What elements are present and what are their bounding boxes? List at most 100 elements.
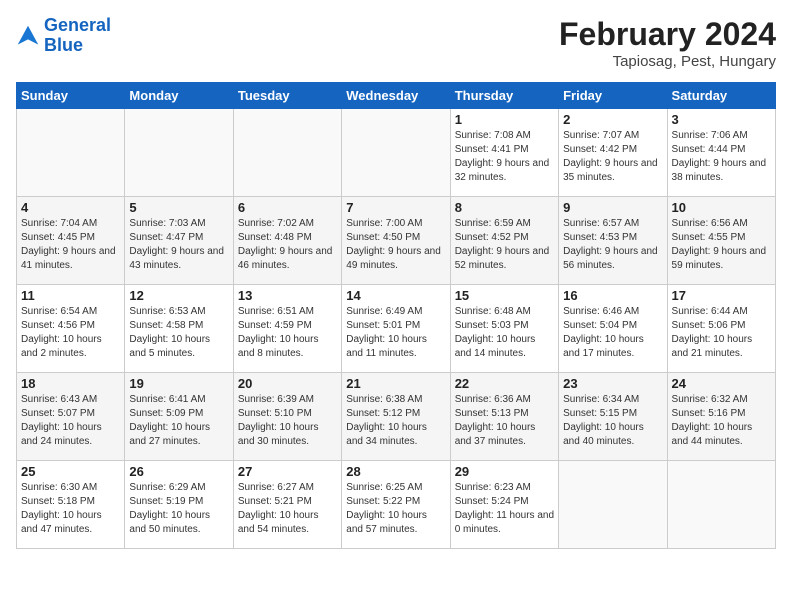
day-cell xyxy=(667,461,775,549)
day-cell xyxy=(17,109,125,197)
week-row-2: 4 Sunrise: 7:04 AM Sunset: 4:45 PM Daylig… xyxy=(17,197,776,285)
day-info: Sunrise: 6:25 AM Sunset: 5:22 PM Dayligh… xyxy=(346,481,445,537)
day-cell: 29 Sunrise: 6:23 AM Sunset: 5:24 PM Dayli… xyxy=(450,461,558,549)
col-header-saturday: Saturday xyxy=(667,83,775,109)
col-header-friday: Friday xyxy=(559,83,667,109)
col-header-tuesday: Tuesday xyxy=(233,83,341,109)
logo-line2: Blue xyxy=(44,35,83,55)
month-title: February 2024 xyxy=(559,16,776,53)
day-cell: 6 Sunrise: 7:02 AM Sunset: 4:48 PM Daylig… xyxy=(233,197,341,285)
logo-icon xyxy=(16,24,40,48)
day-cell: 27 Sunrise: 6:27 AM Sunset: 5:21 PM Dayli… xyxy=(233,461,341,549)
day-cell: 28Sunrise: 6:25 AM Sunset: 5:22 PM Dayli… xyxy=(342,461,450,549)
day-cell: 25 Sunrise: 6:30 AM Sunset: 5:18 PM Dayli… xyxy=(17,461,125,549)
header-row: SundayMondayTuesdayWednesdayThursdayFrid… xyxy=(17,83,776,109)
day-info: Sunrise: 6:44 AM Sunset: 5:06 PM Dayligh… xyxy=(672,305,771,361)
day-number: 6 xyxy=(238,200,337,215)
day-info: Sunrise: 6:39 AM Sunset: 5:10 PM Dayligh… xyxy=(238,393,337,449)
day-info: Sunrise: 6:54 AM Sunset: 4:56 PM Dayligh… xyxy=(21,305,120,361)
logo-text: General Blue xyxy=(44,16,111,56)
day-cell: 22Sunrise: 6:36 AM Sunset: 5:13 PM Dayli… xyxy=(450,373,558,461)
day-cell: 20Sunrise: 6:39 AM Sunset: 5:10 PM Dayli… xyxy=(233,373,341,461)
day-cell: 21 Sunrise: 6:38 AM Sunset: 5:12 PM Dayli… xyxy=(342,373,450,461)
day-info: Sunrise: 6:27 AM Sunset: 5:21 PM Dayligh… xyxy=(238,481,337,537)
logo-line1: General xyxy=(44,15,111,35)
day-info: Sunrise: 6:56 AM Sunset: 4:55 PM Dayligh… xyxy=(672,217,771,273)
day-info: Sunrise: 6:46 AM Sunset: 5:04 PM Dayligh… xyxy=(563,305,662,361)
day-number: 21 xyxy=(346,376,445,391)
col-header-thursday: Thursday xyxy=(450,83,558,109)
day-number: 11 xyxy=(21,288,120,303)
day-cell: 7Sunrise: 7:00 AM Sunset: 4:50 PM Daylig… xyxy=(342,197,450,285)
col-header-wednesday: Wednesday xyxy=(342,83,450,109)
day-number: 17 xyxy=(672,288,771,303)
calendar-table: SundayMondayTuesdayWednesdayThursdayFrid… xyxy=(16,82,776,549)
day-number: 9 xyxy=(563,200,662,215)
day-number: 4 xyxy=(21,200,120,215)
day-cell xyxy=(125,109,233,197)
day-number: 16 xyxy=(563,288,662,303)
day-cell: 9 Sunrise: 6:57 AM Sunset: 4:53 PM Daylig… xyxy=(559,197,667,285)
location: Tapiosag, Pest, Hungary xyxy=(559,53,776,70)
day-number: 2 xyxy=(563,112,662,127)
day-number: 26 xyxy=(129,464,228,479)
day-info: Sunrise: 6:38 AM Sunset: 5:12 PM Dayligh… xyxy=(346,393,445,449)
day-cell: 18Sunrise: 6:43 AM Sunset: 5:07 PM Dayli… xyxy=(17,373,125,461)
day-info: Sunrise: 6:53 AM Sunset: 4:58 PM Dayligh… xyxy=(129,305,228,361)
day-info: Sunrise: 6:23 AM Sunset: 5:24 PM Dayligh… xyxy=(455,481,554,537)
day-cell: 26 Sunrise: 6:29 AM Sunset: 5:19 PM Dayli… xyxy=(125,461,233,549)
day-info: Sunrise: 6:30 AM Sunset: 5:18 PM Dayligh… xyxy=(21,481,120,537)
day-info: Sunrise: 7:02 AM Sunset: 4:48 PM Dayligh… xyxy=(238,217,337,273)
day-number: 27 xyxy=(238,464,337,479)
day-cell: 17 Sunrise: 6:44 AM Sunset: 5:06 PM Dayli… xyxy=(667,285,775,373)
day-number: 15 xyxy=(455,288,554,303)
day-info: Sunrise: 6:48 AM Sunset: 5:03 PM Dayligh… xyxy=(455,305,554,361)
week-row-3: 11 Sunrise: 6:54 AM Sunset: 4:56 PM Dayli… xyxy=(17,285,776,373)
day-cell: 5Sunrise: 7:03 AM Sunset: 4:47 PM Daylig… xyxy=(125,197,233,285)
day-number: 18 xyxy=(21,376,120,391)
week-row-5: 25 Sunrise: 6:30 AM Sunset: 5:18 PM Dayli… xyxy=(17,461,776,549)
day-info: Sunrise: 6:29 AM Sunset: 5:19 PM Dayligh… xyxy=(129,481,228,537)
week-row-1: 1 Sunrise: 7:08 AM Sunset: 4:41 PM Daylig… xyxy=(17,109,776,197)
day-number: 22 xyxy=(455,376,554,391)
day-number: 23 xyxy=(563,376,662,391)
day-info: Sunrise: 6:57 AM Sunset: 4:53 PM Dayligh… xyxy=(563,217,662,273)
day-number: 25 xyxy=(21,464,120,479)
day-number: 29 xyxy=(455,464,554,479)
day-cell: 19 Sunrise: 6:41 AM Sunset: 5:09 PM Dayli… xyxy=(125,373,233,461)
day-number: 3 xyxy=(672,112,771,127)
week-row-4: 18Sunrise: 6:43 AM Sunset: 5:07 PM Dayli… xyxy=(17,373,776,461)
day-cell: 8 Sunrise: 6:59 AM Sunset: 4:52 PM Daylig… xyxy=(450,197,558,285)
col-header-monday: Monday xyxy=(125,83,233,109)
logo: General Blue xyxy=(16,16,111,56)
day-cell: 16 Sunrise: 6:46 AM Sunset: 5:04 PM Dayli… xyxy=(559,285,667,373)
day-cell: 23 Sunrise: 6:34 AM Sunset: 5:15 PM Dayli… xyxy=(559,373,667,461)
day-cell: 15 Sunrise: 6:48 AM Sunset: 5:03 PM Dayli… xyxy=(450,285,558,373)
day-info: Sunrise: 7:08 AM Sunset: 4:41 PM Dayligh… xyxy=(455,129,554,185)
day-cell: 13 Sunrise: 6:51 AM Sunset: 4:59 PM Dayli… xyxy=(233,285,341,373)
day-info: Sunrise: 6:49 AM Sunset: 5:01 PM Dayligh… xyxy=(346,305,445,361)
day-number: 1 xyxy=(455,112,554,127)
day-number: 14 xyxy=(346,288,445,303)
day-number: 13 xyxy=(238,288,337,303)
day-info: Sunrise: 6:34 AM Sunset: 5:15 PM Dayligh… xyxy=(563,393,662,449)
col-header-sunday: Sunday xyxy=(17,83,125,109)
day-cell: 4 Sunrise: 7:04 AM Sunset: 4:45 PM Daylig… xyxy=(17,197,125,285)
day-info: Sunrise: 6:41 AM Sunset: 5:09 PM Dayligh… xyxy=(129,393,228,449)
day-info: Sunrise: 6:32 AM Sunset: 5:16 PM Dayligh… xyxy=(672,393,771,449)
day-cell xyxy=(342,109,450,197)
day-info: Sunrise: 6:59 AM Sunset: 4:52 PM Dayligh… xyxy=(455,217,554,273)
day-number: 8 xyxy=(455,200,554,215)
day-cell xyxy=(559,461,667,549)
day-cell: 10 Sunrise: 6:56 AM Sunset: 4:55 PM Dayli… xyxy=(667,197,775,285)
day-info: Sunrise: 7:03 AM Sunset: 4:47 PM Dayligh… xyxy=(129,217,228,273)
day-number: 10 xyxy=(672,200,771,215)
day-info: Sunrise: 7:04 AM Sunset: 4:45 PM Dayligh… xyxy=(21,217,120,273)
day-number: 24 xyxy=(672,376,771,391)
day-info: Sunrise: 7:07 AM Sunset: 4:42 PM Dayligh… xyxy=(563,129,662,185)
day-cell: 2 Sunrise: 7:07 AM Sunset: 4:42 PM Daylig… xyxy=(559,109,667,197)
day-number: 12 xyxy=(129,288,228,303)
day-cell: 24 Sunrise: 6:32 AM Sunset: 5:16 PM Dayli… xyxy=(667,373,775,461)
day-info: Sunrise: 6:51 AM Sunset: 4:59 PM Dayligh… xyxy=(238,305,337,361)
day-number: 19 xyxy=(129,376,228,391)
